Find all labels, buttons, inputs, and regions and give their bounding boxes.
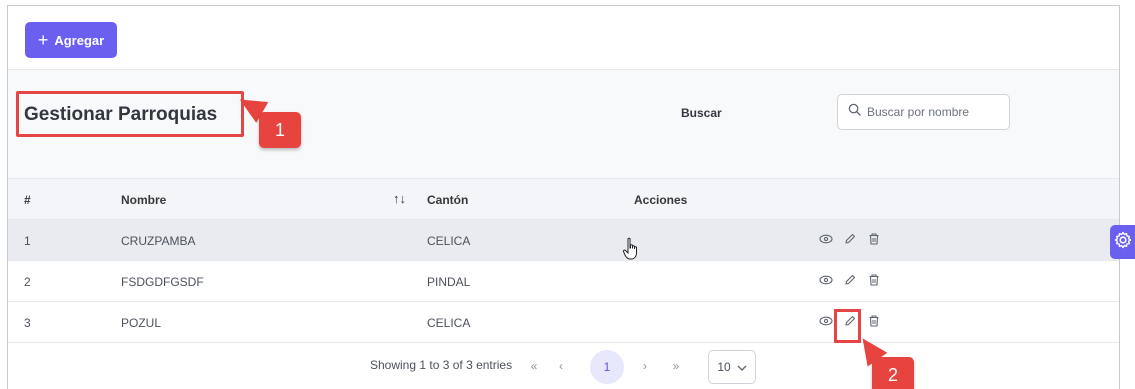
- row-nombre: POZUL: [121, 316, 162, 330]
- row-nombre: FSDGDFGSDF: [121, 275, 204, 289]
- row-actions: [818, 272, 882, 288]
- column-header-number: #: [24, 193, 31, 207]
- row-nombre: CRUZPAMBA: [121, 234, 196, 248]
- column-header-acciones: Acciones: [634, 193, 688, 207]
- table-row[interactable]: 1 CRUZPAMBA CELICA: [8, 220, 1119, 261]
- add-button[interactable]: + Agregar: [25, 22, 117, 58]
- add-button-label: Agregar: [54, 32, 105, 48]
- search-box[interactable]: [837, 94, 1010, 130]
- search-label: Buscar: [681, 106, 722, 120]
- plus-icon: +: [37, 30, 49, 50]
- view-icon[interactable]: [818, 272, 834, 288]
- hand-cursor-icon: [622, 237, 642, 266]
- prev-page-button[interactable]: ‹: [548, 353, 574, 379]
- row-canton: CELICA: [427, 234, 471, 248]
- row-actions: [818, 231, 882, 247]
- row-id: 1: [24, 234, 31, 248]
- entries-info: Showing 1 to 3 of 3 entries: [370, 358, 513, 372]
- page-1-button[interactable]: 1: [590, 350, 624, 384]
- delete-icon[interactable]: [866, 313, 882, 329]
- sort-icon[interactable]: ↑↓: [393, 191, 406, 206]
- gear-icon: [1114, 231, 1132, 254]
- last-page-button[interactable]: »: [663, 353, 689, 379]
- edit-icon[interactable]: [842, 231, 858, 247]
- next-page-button[interactable]: ›: [632, 353, 658, 379]
- annotation-badge-2: 2: [872, 357, 914, 389]
- search-input[interactable]: [867, 105, 997, 119]
- row-canton: CELICA: [427, 316, 471, 330]
- column-header-canton: Cantón: [427, 193, 469, 207]
- table-header: # Nombre ↑↓ Cantón Acciones: [8, 178, 1119, 220]
- view-icon[interactable]: [818, 313, 834, 329]
- first-page-button[interactable]: «: [521, 353, 547, 379]
- top-bar: + Agregar: [8, 6, 1119, 70]
- edit-icon[interactable]: [842, 272, 858, 288]
- table-row[interactable]: 3 POZUL CELICA: [8, 302, 1119, 343]
- app-frame: + Agregar Gestionar Parroquias Buscar # …: [7, 5, 1120, 389]
- chevron-down-icon: [737, 360, 747, 374]
- row-id: 3: [24, 316, 31, 330]
- delete-icon[interactable]: [866, 231, 882, 247]
- row-canton: PINDAL: [427, 275, 471, 289]
- annotation-highlight-title: [16, 91, 244, 137]
- view-icon[interactable]: [818, 231, 834, 247]
- column-header-nombre[interactable]: Nombre: [121, 193, 166, 207]
- search-icon: [848, 103, 861, 121]
- annotation-highlight-edit: [834, 309, 861, 343]
- page-size-value: 10: [717, 360, 731, 374]
- annotation-badge-1: 1: [259, 112, 301, 148]
- row-id: 2: [24, 275, 31, 289]
- page-size-select[interactable]: 10: [708, 350, 756, 384]
- table-row[interactable]: 2 FSDGDFGSDF PINDAL: [8, 261, 1119, 302]
- delete-icon[interactable]: [866, 272, 882, 288]
- table-footer: Showing 1 to 3 of 3 entries « ‹ 1 › » 10: [8, 343, 1119, 389]
- settings-button[interactable]: [1110, 225, 1135, 259]
